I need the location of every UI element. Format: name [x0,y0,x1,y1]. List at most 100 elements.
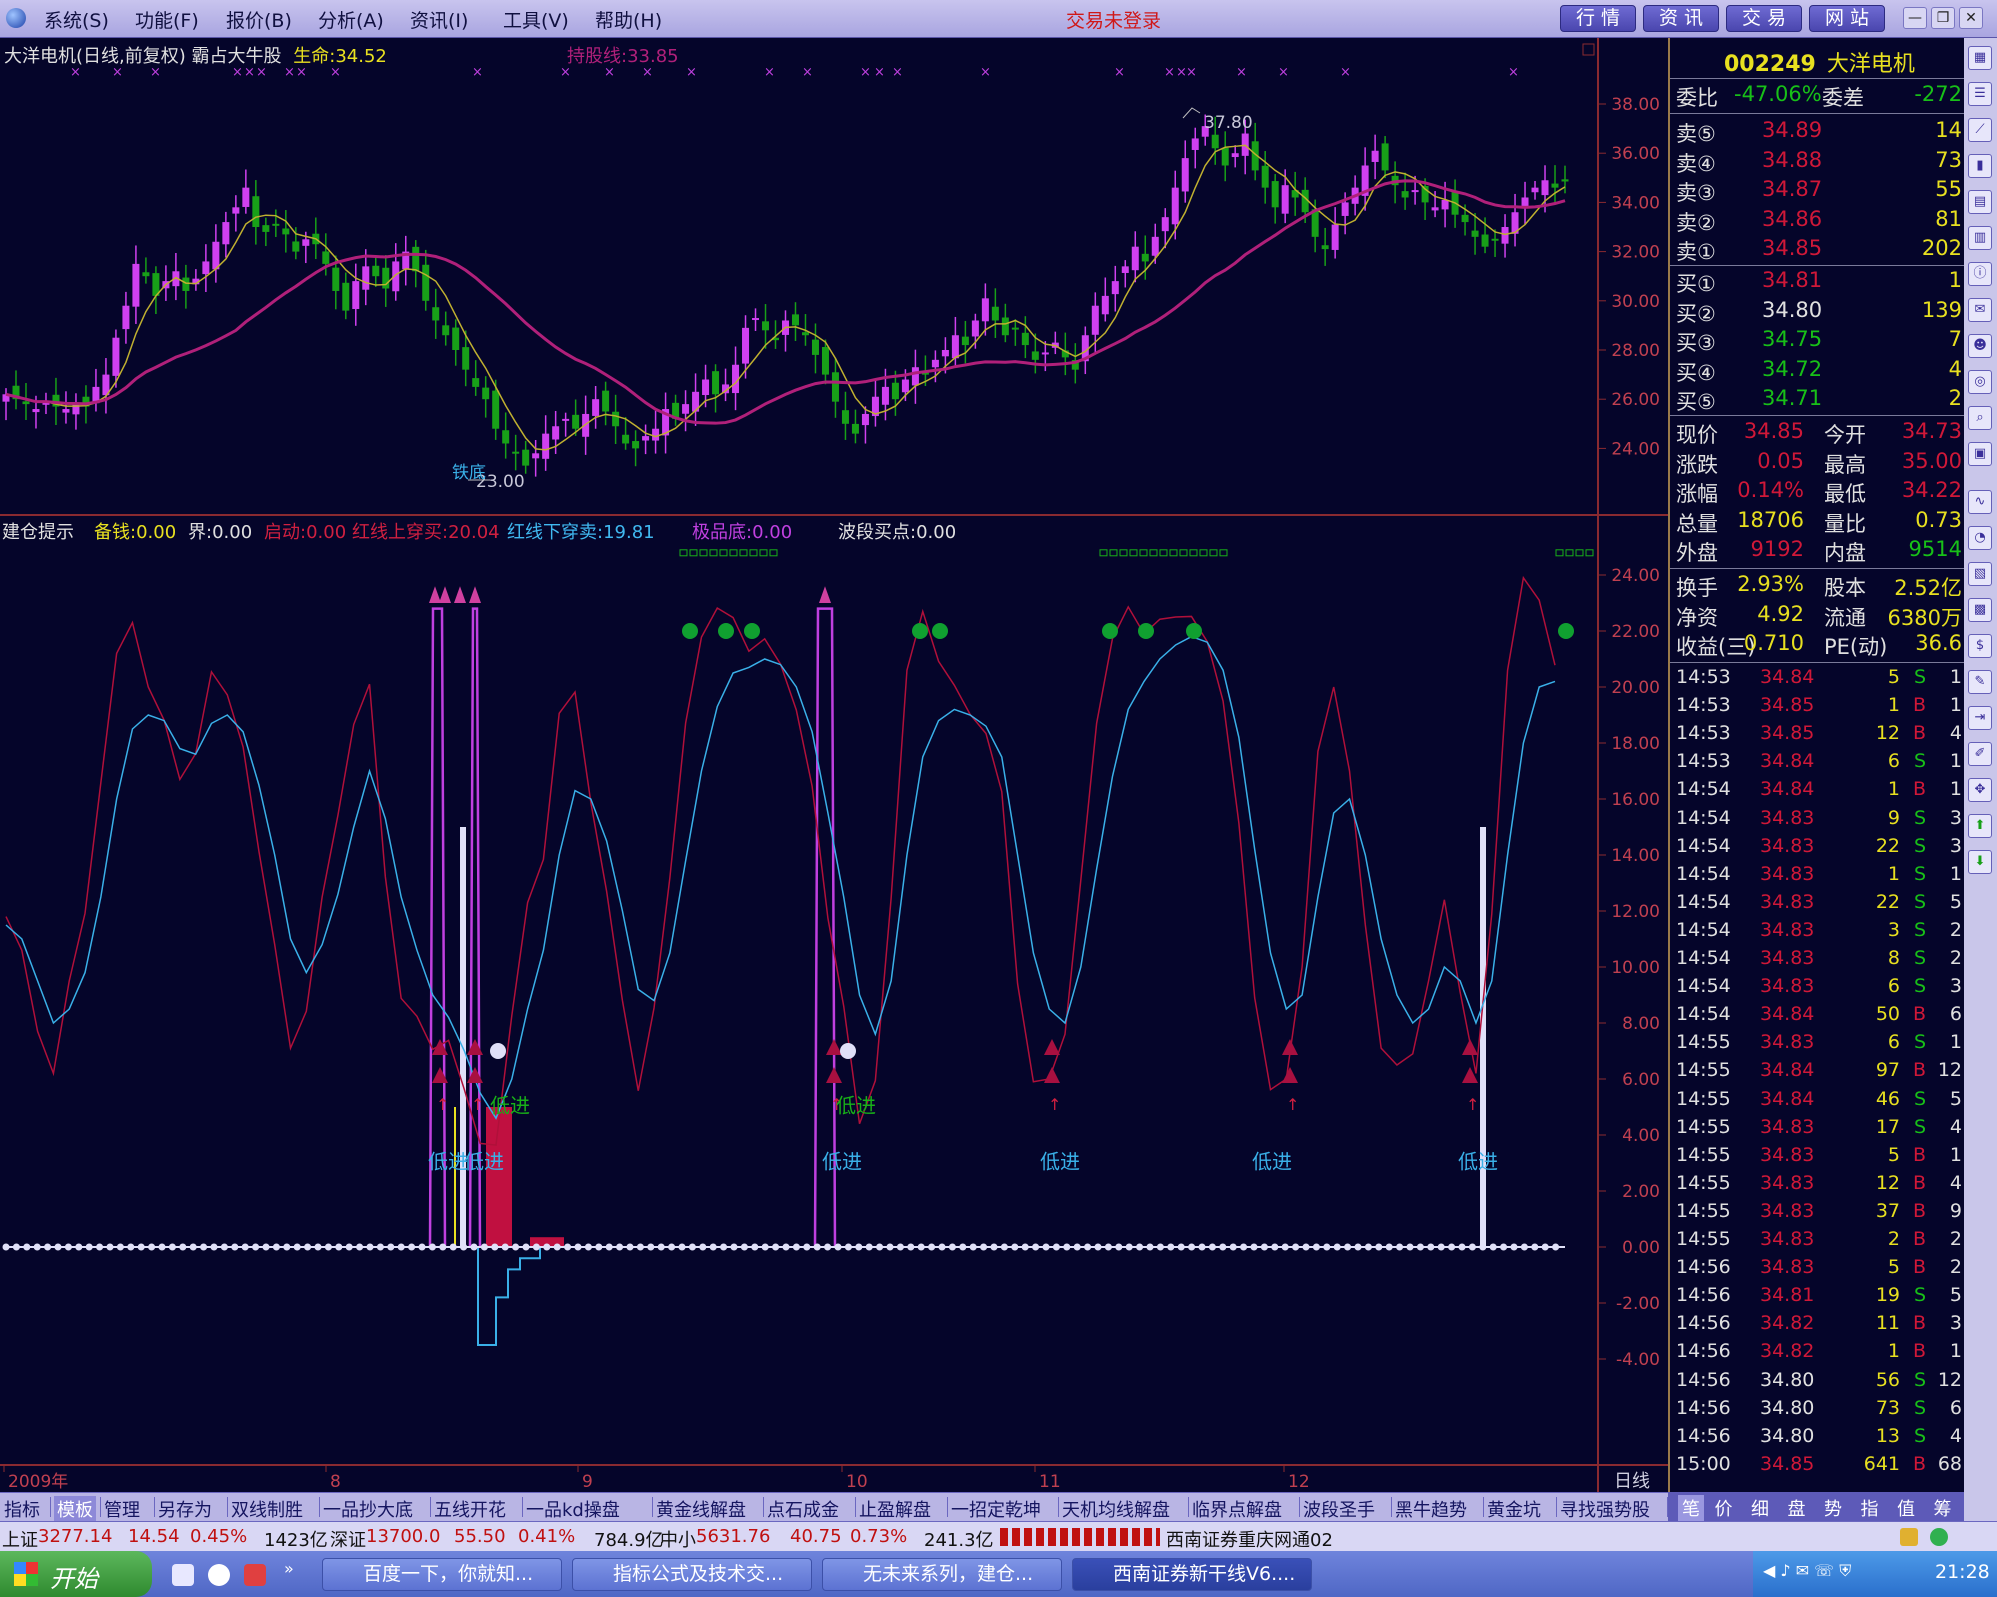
tick-row[interactable]: 14:56 34.80 13 S 4 [1676,1425,1962,1451]
tick-row[interactable]: 15:00 34.85 641 B 68 [1676,1453,1962,1479]
menu-analysis[interactable]: 分析(A) [318,6,384,33]
quicklaunch-icon-3[interactable] [244,1564,266,1586]
tick-row[interactable]: 14:55 34.83 37 B 9 [1676,1200,1962,1226]
tick-row[interactable]: 14:53 34.84 6 S 1 [1676,750,1962,776]
grid-view-icon[interactable]: ▦ [1968,46,1992,70]
menu-system[interactable]: 系统(S) [44,6,109,33]
market-button[interactable]: 行 情 [1560,5,1636,32]
tick-row[interactable]: 14:55 34.84 97 B 12 [1676,1059,1962,1085]
tick-row[interactable]: 14:53 34.85 12 B 4 [1676,722,1962,748]
tick-row[interactable]: 14:55 34.83 2 B 2 [1676,1228,1962,1254]
lock-icon[interactable] [1900,1528,1918,1546]
list-view-icon[interactable]: ☰ [1968,82,1992,106]
pencil-icon[interactable]: ✐ [1968,742,1992,766]
template-tab[interactable]: 黑牛趋势 [1395,1496,1467,1522]
template-tab[interactable]: 点石成金 [767,1496,839,1522]
order-book-row[interactable]: 买⑤ 34.71 2 [1676,386,1962,415]
search-icon[interactable]: ⌕ [1968,406,1992,430]
report-icon[interactable]: ▤ [1968,190,1992,214]
export-icon[interactable]: ⇥ [1968,706,1992,730]
menu-quote[interactable]: 报价(B) [226,6,292,33]
quicklaunch-icon-2[interactable] [208,1564,230,1586]
quicklaunch-icon-1[interactable] [172,1564,194,1586]
quote-tab[interactable]: 指 [1861,1495,1879,1521]
order-book-row[interactable]: 卖③ 34.87 55 [1676,177,1962,206]
order-book-row[interactable]: 买① 34.81 1 [1676,268,1962,297]
menu-function[interactable]: 功能(F) [135,6,199,33]
tick-row[interactable]: 14:53 34.84 5 S 1 [1676,666,1962,692]
menu-info[interactable]: 资讯(I) [410,6,468,33]
template-tab[interactable]: 一品抄大底 [323,1496,413,1522]
wave-icon[interactable]: ∿ [1968,490,1992,514]
template-tab[interactable]: 黄金坑 [1487,1496,1541,1522]
chart-area[interactable]: × × × × × × × × × × × × × × × × × × × × × × × × × × × × 37.80 23.00… [0,38,1668,1492]
etf-icon[interactable]: ▣ [1968,442,1992,466]
template-tab[interactable]: 模板 [54,1496,96,1522]
quote-tab[interactable]: 细 [1751,1495,1769,1521]
quote-tab[interactable]: 势 [1824,1495,1842,1521]
order-book-row[interactable]: 买④ 34.72 4 [1676,357,1962,386]
candle-chart-icon[interactable]: ▮ [1968,154,1992,178]
template-tab[interactable]: 另存为 [158,1496,212,1522]
tick-row[interactable]: 14:56 34.82 11 B 3 [1676,1312,1962,1338]
template-tab[interactable]: 临界点解盘 [1192,1496,1282,1522]
tick-row[interactable]: 14:54 34.83 6 S 3 [1676,975,1962,1001]
template-tab[interactable]: 一招定乾坤 [951,1496,1041,1522]
quote-tab[interactable]: 盘 [1788,1495,1806,1521]
move-icon[interactable]: ✥ [1968,778,1992,802]
bar-chart-icon[interactable]: ▩ [1968,598,1992,622]
tick-row[interactable]: 14:54 34.83 8 S 2 [1676,947,1962,973]
people-icon[interactable]: ☻ [1968,334,1992,358]
news-icon[interactable]: ✉ [1968,298,1992,322]
minimize-icon[interactable]: — [1903,7,1927,29]
tick-row[interactable]: 14:55 34.83 6 S 1 [1676,1031,1962,1057]
template-tab[interactable]: 天机均线解盘 [1062,1496,1170,1522]
tick-row[interactable]: 14:55 34.84 46 S 5 [1676,1088,1962,1114]
template-tab[interactable]: 黄金线解盘 [656,1496,746,1522]
tick-row[interactable]: 14:53 34.85 1 B 1 [1676,694,1962,720]
tick-row[interactable]: 14:56 34.83 5 B 2 [1676,1256,1962,1282]
restore-icon[interactable]: ❐ [1931,7,1955,29]
quicklaunch-more-icon[interactable]: » [284,1559,294,1578]
quote-tab[interactable]: 价 [1715,1495,1733,1521]
tick-row[interactable]: 14:54 34.83 1 S 1 [1676,863,1962,889]
period-label[interactable]: 日线 [1614,1471,1650,1492]
order-book-row[interactable]: 买③ 34.75 7 [1676,327,1962,356]
rsi-icon[interactable]: ▧ [1968,562,1992,586]
edit-icon[interactable]: ✎ [1968,670,1992,694]
tick-row[interactable]: 14:54 34.83 22 S 5 [1676,891,1962,917]
close-icon[interactable]: ✕ [1959,7,1983,29]
table-icon[interactable]: ▥ [1968,226,1992,250]
tick-row[interactable]: 14:54 34.83 3 S 2 [1676,919,1962,945]
task-trading-app[interactable]: 西南证券新干线V6.... [1072,1558,1312,1591]
info-icon[interactable]: ⓘ [1968,262,1992,286]
tick-row[interactable]: 14:54 34.84 1 B 1 [1676,778,1962,804]
menu-help[interactable]: 帮助(H) [595,6,662,33]
start-button[interactable]: 开始 [0,1551,152,1597]
quote-tab[interactable]: 笔 [1678,1495,1704,1521]
arrow-up-icon[interactable]: ⬆ [1968,814,1992,838]
task-browser-3[interactable]: 无未来系列，建仓... [822,1558,1062,1591]
template-tab[interactable]: 寻找强势股 [1560,1496,1650,1522]
tick-row[interactable]: 14:56 34.80 73 S 6 [1676,1397,1962,1423]
tray-icons[interactable]: ◀ ♪ ✉ ☏ ⛨ [1763,1561,1851,1581]
template-tab[interactable]: 双线制胜 [231,1496,303,1522]
trade-button[interactable]: 交 易 [1726,5,1802,32]
arrow-down-icon[interactable]: ⬇ [1968,850,1992,874]
tick-row[interactable]: 14:56 34.81 19 S 5 [1676,1284,1962,1310]
order-book-row[interactable]: 卖⑤ 34.89 14 [1676,118,1962,147]
news-button[interactable]: 资 讯 [1643,5,1719,32]
menu-tools[interactable]: 工具(V) [503,6,569,33]
template-tab[interactable]: 五线开花 [434,1496,506,1522]
tick-row[interactable]: 14:56 34.80 56 S 12 [1676,1369,1962,1395]
tick-row[interactable]: 14:54 34.84 50 B 6 [1676,1003,1962,1029]
order-book-row[interactable]: 卖② 34.86 81 [1676,207,1962,236]
tick-row[interactable]: 14:55 34.83 17 S 4 [1676,1116,1962,1142]
quote-tab[interactable]: 筹 [1934,1495,1952,1521]
panel-toggle-icon[interactable] [1582,43,1595,56]
fund-icon[interactable]: ◎ [1968,370,1992,394]
template-tab[interactable]: 止盈解盘 [859,1496,931,1522]
tick-row[interactable]: 14:54 34.83 22 S 3 [1676,835,1962,861]
template-tab[interactable]: 指标 [4,1496,40,1522]
money-icon[interactable]: $ [1968,634,1992,658]
